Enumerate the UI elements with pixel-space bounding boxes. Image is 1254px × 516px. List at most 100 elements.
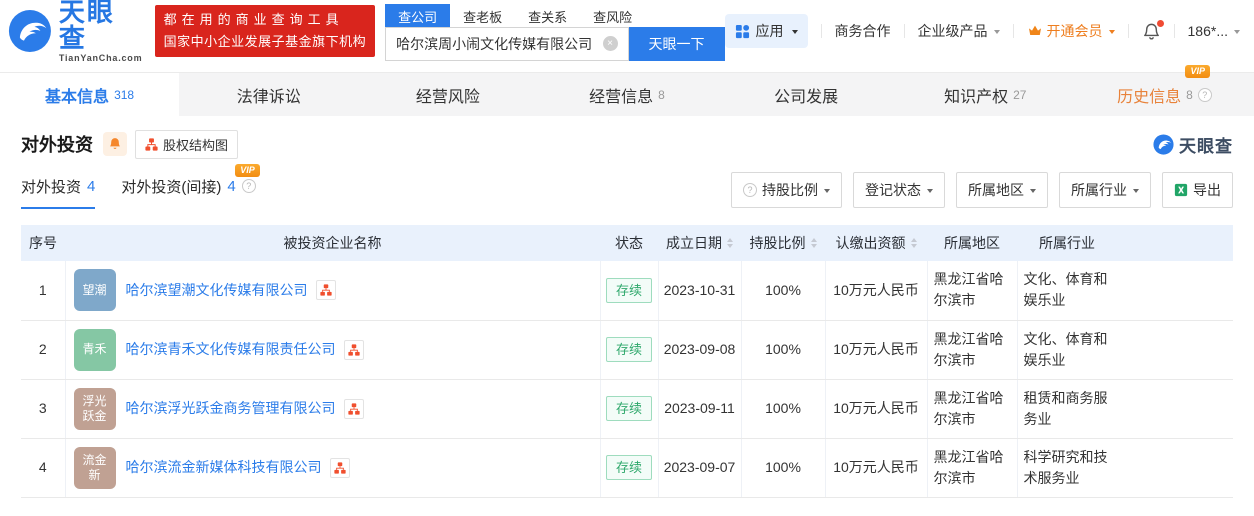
search-button[interactable]: 天眼一下 [628, 26, 725, 61]
tab-intellectual-property[interactable]: 知识产权 27 [896, 73, 1075, 116]
equity-chart-icon[interactable] [315, 280, 336, 301]
company-link[interactable]: 哈尔滨流金新媒体科技有限公司 [126, 457, 322, 478]
help-icon[interactable] [241, 179, 256, 193]
tab-basic-info[interactable]: 基本信息 318 [0, 73, 180, 116]
equity-chart-icon[interactable] [343, 398, 364, 419]
subtab-outbound-investment[interactable]: 对外投资 4 [21, 176, 96, 209]
chevron-down-icon [824, 188, 830, 196]
filter-holding-ratio[interactable]: 持股比例 [731, 172, 842, 208]
filler-cell [1117, 438, 1233, 498]
subscribed-capital: 10万元人民币 [824, 379, 927, 439]
company-avatar[interactable]: 望潮 [73, 269, 116, 312]
crown-icon [1028, 25, 1041, 35]
col-header-company: 被投资企业名称 [65, 225, 600, 261]
subtab-indirect-investment[interactable]: VIP 对外投资(间接) 4 [121, 163, 260, 209]
table-row: 1 望潮 哈尔滨望潮文化传媒有限公司 存续 2023-10-31 100% 10… [21, 261, 1233, 321]
apps-label: 应用 [755, 23, 784, 39]
tab-history-info[interactable]: VIP 历史信息 8 [1075, 65, 1254, 116]
tianyancha-watermark: 天眼查 [1153, 132, 1233, 157]
filter-industry[interactable]: 所属行业 [1059, 172, 1151, 208]
export-button[interactable]: 导出 [1162, 172, 1233, 208]
vip-badge: VIP [235, 163, 260, 177]
row-index: 4 [21, 438, 65, 498]
subscribed-capital: 10万元人民币 [824, 320, 927, 380]
col-header-capital-sort[interactable]: 认缴出资额 [825, 225, 927, 261]
investment-table: 序号 被投资企业名称 状态 成立日期 持股比例 认缴出资额 所属地区 所属行业 … [21, 225, 1233, 498]
search-tabs: 查公司 查老板 查关系 查风险 [385, 3, 724, 27]
search-tab-risk[interactable]: 查风险 [580, 4, 645, 27]
tianyancha-logo[interactable]: 天眼查 TianYanCha.com [8, 0, 143, 63]
status-badge: 存续 [605, 455, 652, 480]
tianyancha-logo-icon [1153, 133, 1174, 155]
filter-bar: 持股比例 登记状态 所属地区 所属行业 [731, 172, 1233, 208]
row-index: 3 [21, 379, 65, 439]
equity-chart-icon[interactable] [343, 339, 364, 360]
section-title: 对外投资 [21, 135, 93, 155]
equity-chart-icon[interactable] [329, 457, 350, 478]
top-header: 天眼查 TianYanCha.com 都在用的商业查询工具 国家中小企业发展子基… [0, 0, 1254, 63]
shareholding-ratio: 100% [740, 379, 825, 439]
subtab-filter-row: 对外投资 4 VIP 对外投资(间接) 4 持股比例 登记状态 [21, 163, 1233, 212]
open-vip-menu[interactable]: 开通会员 [1027, 21, 1115, 41]
table-header-row: 序号 被投资企业名称 状态 成立日期 持股比例 认缴出资额 所属地区 所属行业 [21, 225, 1233, 261]
company-link[interactable]: 哈尔滨望潮文化传媒有限公司 [126, 280, 308, 301]
search-tab-boss[interactable]: 查老板 [450, 4, 515, 27]
filler-cell [1117, 261, 1233, 321]
subscribed-capital: 10万元人民币 [824, 261, 927, 321]
col-header-date-sort[interactable]: 成立日期 [658, 225, 741, 261]
tab-operation-risk[interactable]: 经营风险 [358, 73, 537, 116]
promo-badge: 都在用的商业查询工具 国家中小企业发展子基金旗下机构 [154, 5, 376, 57]
monitor-bell-button[interactable] [103, 132, 127, 156]
main-content: 对外投资 股权结构图 天眼查 对外投资 4 VIP 对外投资(间接) 4 ? ?… [0, 129, 1254, 498]
promo-line1: 都在用的商业查询工具 [163, 12, 344, 27]
table-row: 2 青禾 哈尔滨青禾文化传媒有限责任公司 存续 2023-09-08 100% … [21, 320, 1233, 380]
divider [820, 24, 822, 38]
notification-bell[interactable] [1142, 19, 1164, 41]
company-link[interactable]: 哈尔滨浮光跃金商务管理有限公司 [126, 398, 336, 419]
apps-menu[interactable]: 应用 [724, 14, 808, 48]
row-index: 1 [21, 261, 65, 321]
company-link[interactable]: 哈尔滨青禾文化传媒有限责任公司 [126, 339, 336, 360]
company-avatar[interactable]: 青禾 [73, 328, 116, 371]
equity-structure-button[interactable]: 股权结构图 [135, 129, 239, 159]
tab-operation-info[interactable]: 经营信息 8 [537, 73, 716, 116]
search-input[interactable] [396, 35, 603, 52]
col-header-filler [1117, 225, 1233, 261]
sort-icon[interactable] [910, 235, 917, 251]
search-tab-company[interactable]: 查公司 [385, 3, 451, 27]
account-menu[interactable]: 186*... [1188, 23, 1240, 39]
shareholding-ratio: 100% [740, 261, 825, 321]
tab-legal-litigation[interactable]: 法律诉讼 [179, 73, 358, 116]
col-header-region: 所属地区 [927, 225, 1017, 261]
region: 黑龙江省哈尔滨市 [926, 320, 1017, 380]
search-tab-relation[interactable]: 查关系 [515, 4, 580, 27]
status-badge: 存续 [605, 337, 652, 362]
chevron-down-icon [791, 29, 798, 37]
col-header-index: 序号 [21, 225, 65, 261]
region: 黑龙江省哈尔滨市 [926, 261, 1017, 321]
established-date: 2023-09-11 [657, 379, 741, 439]
industry: 文化、体育和娱乐业 [1016, 261, 1117, 321]
filter-registration-status[interactable]: 登记状态 [853, 172, 945, 208]
chevron-down-icon [927, 188, 933, 196]
chevron-down-icon [1108, 29, 1115, 37]
investment-table-body: 1 望潮 哈尔滨望潮文化传媒有限公司 存续 2023-10-31 100% 10… [21, 261, 1233, 498]
filter-region[interactable]: 所属地区 [956, 172, 1048, 208]
help-icon[interactable] [1197, 87, 1212, 102]
search-box [385, 26, 629, 61]
company-avatar[interactable]: 流金新 [73, 446, 116, 489]
header-menu: 应用 商务合作 企业级产品 开通会员 186*... [724, 14, 1254, 48]
enterprise-products-menu[interactable]: 企业级产品 [918, 21, 1000, 41]
tab-company-development[interactable]: 公司发展 [717, 73, 896, 116]
established-date: 2023-10-31 [657, 261, 741, 321]
company-nav-tabs: 基本信息 318 法律诉讼 经营风险 经营信息 8 公司发展 知识产权 27 VIP … [0, 65, 1254, 116]
company-avatar[interactable]: 浮光 跃金 [73, 387, 116, 430]
sort-icon[interactable] [810, 235, 817, 251]
industry: 科学研究和技术服务业 [1016, 438, 1117, 498]
clear-icon[interactable] [602, 36, 618, 51]
sort-icon[interactable] [727, 235, 733, 251]
col-header-status: 状态 [600, 225, 658, 261]
col-header-ratio-sort[interactable]: 持股比例 [741, 225, 825, 261]
account-phone: 186*... [1187, 23, 1228, 39]
business-cooperation-link[interactable]: 商务合作 [835, 21, 891, 41]
